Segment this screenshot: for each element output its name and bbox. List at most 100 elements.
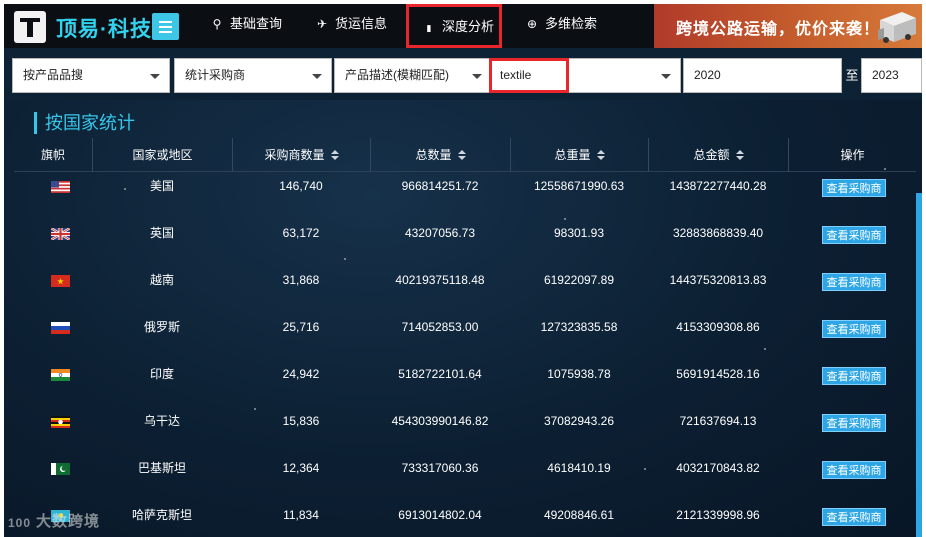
table-row: 越南 31,868 40219375118.48 61922097.89 144… [14,268,916,315]
weight-cell: 4618410.19 [547,461,611,475]
watermark-logo-icon: 100 [8,516,31,530]
keyword-dropdown[interactable] [569,58,681,93]
select-value: 产品描述(模糊匹配) [345,68,449,82]
view-buyers-button[interactable]: 查看采购商 [822,179,886,197]
view-buyers-button[interactable]: 查看采购商 [822,414,886,432]
nav-label: 深度分析 [442,19,495,34]
quantity-cell: 5182722101.64 [398,367,482,381]
person-search-icon: ⚲ [212,17,222,31]
select-value: 统计采购商 [185,68,246,82]
col-country: 国家或地区 [92,138,232,172]
table-row: 英国 63,172 43207056.73 98301.93 328838688… [14,221,916,268]
view-buyers-button[interactable]: 查看采购商 [822,508,886,526]
filter-bar: 按产品品搜 统计采购商 产品描述(模糊匹配) textile 2020 至 20… [4,48,922,100]
buyers-cell: 31,868 [282,273,320,287]
table-row: 印度 24,942 5182722101.64 1075938.78 56919… [14,362,916,409]
sort-icon[interactable] [330,150,339,161]
range-separator: 至 [845,68,859,83]
col-quantity[interactable]: 总数量 [370,138,510,172]
promo-banner[interactable]: 跨境公路运输，优价来袭！ [654,4,922,48]
nav-label: 货运信息 [335,16,388,31]
scrollbar[interactable] [916,193,922,537]
uganda-flag-icon [51,416,70,428]
airplane-icon: ✈ [316,17,328,31]
menu-toggle-button[interactable] [152,13,179,40]
table-header: 旗帜 国家或地区 采购商数量 总数量 总重量 总金额 操作 [14,138,916,172]
view-buyers-button[interactable]: 查看采购商 [822,273,886,291]
quantity-cell: 733317060.36 [401,461,479,475]
col-weight[interactable]: 总重量 [510,138,648,172]
col-label: 总重量 [554,148,591,162]
amount-cell: 143872277440.28 [669,179,767,193]
amount-cell: 4032170843.82 [676,461,760,475]
match-mode-select[interactable]: 产品描述(模糊匹配) [334,58,492,93]
buyers-cell: 63,172 [282,226,320,240]
chevron-down-icon [661,74,671,79]
weight-cell: 127323835.58 [540,320,618,334]
search-type-select[interactable]: 按产品品搜 [12,58,170,93]
nav-shipping-info[interactable]: ✈ 货运信息 [315,4,387,48]
amount-cell: 32883868839.40 [672,226,764,240]
col-label: 采购商数量 [264,148,325,162]
buyers-cell: 11,834 [283,508,319,522]
amount-cell: 144375320813.83 [669,273,767,287]
country-cell: 巴基斯坦 [137,461,186,475]
view-buyers-button[interactable]: 查看采购商 [822,226,886,244]
quantity-cell: 966814251.72 [401,179,479,193]
top-navbar: 顶易·科技 ⚲ 基础查询 ✈ 货运信息 ▮ 深度分析 ⊕ 多维检索 跨境公路运输，优价来… [4,4,922,48]
section-title: 按国家统计 [34,112,135,134]
buyers-cell: 146,740 [279,179,323,193]
weight-cell: 61922097.89 [543,273,615,287]
crosshair-icon: ⊕ [526,17,538,31]
uk-flag-icon [51,228,70,240]
view-buyers-button[interactable]: 查看采购商 [822,320,886,338]
sort-icon[interactable] [735,150,744,161]
col-amount[interactable]: 总金额 [648,138,788,172]
table-row: 哈萨克斯坦 11,834 6913014802.04 49208846.61 2… [14,503,916,537]
table-row: 俄罗斯 25,716 714052853.00 127323835.58 415… [14,315,916,362]
vietnam-flag-icon [51,275,70,287]
year-to-value: 2023 [872,68,899,82]
chevron-down-icon [312,74,322,79]
keyword-input[interactable]: textile [489,58,569,93]
weight-cell: 12558671990.63 [533,179,625,193]
quantity-cell: 714052853.00 [401,320,479,334]
country-cell: 印度 [149,367,174,381]
svg-text:100: 100 [8,516,31,530]
year-from-input[interactable]: 2020 [683,58,842,93]
col-label: 总金额 [693,148,730,162]
truck-icon [878,12,916,43]
watermark-text: 大数跨境 [36,513,101,530]
sort-icon[interactable] [457,150,466,161]
view-buyers-button[interactable]: 查看采购商 [822,367,886,385]
year-to-input[interactable]: 2023 [861,58,922,93]
nav-label: 基础查询 [230,16,283,31]
sort-icon[interactable] [596,150,605,161]
russia-flag-icon [51,322,70,334]
nav-multi-search[interactable]: ⊕ 多维检索 [525,4,597,48]
quantity-cell: 40219375118.48 [395,273,485,287]
nav-deep-analysis[interactable]: ▮ 深度分析 [406,4,502,48]
chart-bars-icon: ▮ [426,23,432,33]
weight-cell: 37082943.26 [543,414,615,428]
amount-cell: 5691914528.16 [676,367,760,381]
stat-type-select[interactable]: 统计采购商 [174,58,332,93]
brand-name[interactable]: 顶易·科技 [56,13,152,43]
col-action: 操作 [788,138,916,172]
logo-icon[interactable] [14,11,46,43]
weight-cell: 1075938.78 [547,367,611,381]
year-from-value: 2020 [694,68,721,82]
view-buyers-button[interactable]: 查看采购商 [822,461,886,479]
country-cell: 越南 [149,273,174,287]
country-cell: 哈萨克斯坦 [131,508,192,522]
main-panel: 按产品品搜 统计采购商 产品描述(模糊匹配) textile 2020 至 20… [4,48,922,537]
weight-cell: 98301.93 [553,226,605,240]
col-buyers[interactable]: 采购商数量 [232,138,370,172]
amount-cell: 4153309308.86 [676,320,760,334]
nav-basic-query[interactable]: ⚲ 基础查询 [210,4,282,48]
select-value: 按产品品搜 [23,68,84,82]
chevron-down-icon [150,74,160,79]
buyers-cell: 15,836 [282,414,320,428]
keyword-value: textile [500,68,532,82]
amount-cell: 721637694.13 [679,414,757,428]
